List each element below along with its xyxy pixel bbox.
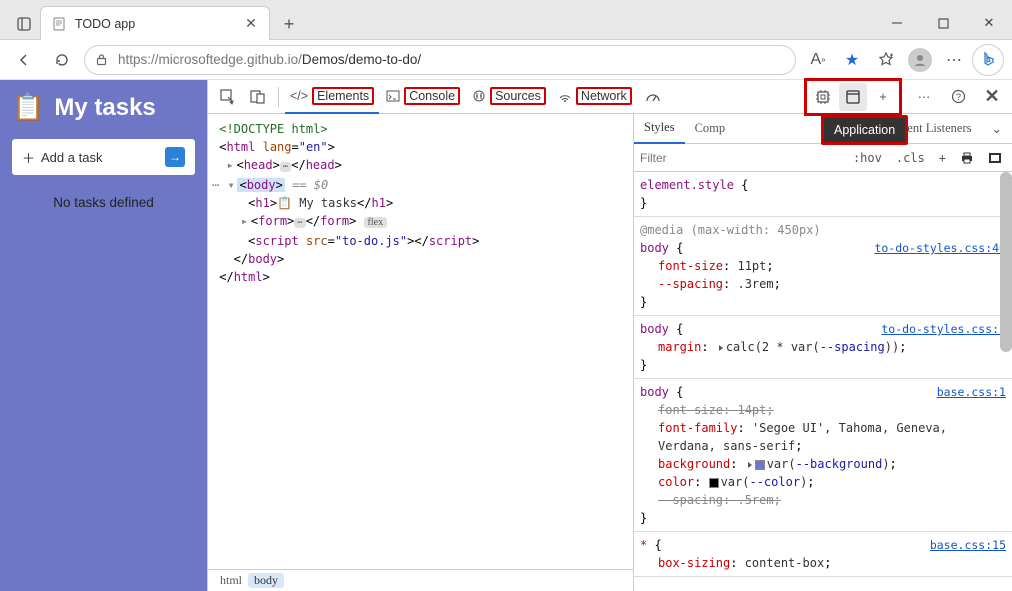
application-icon[interactable] (839, 83, 867, 111)
inspect-icon[interactable] (214, 83, 242, 111)
read-aloud-icon[interactable]: A» (802, 44, 834, 76)
device-icon[interactable] (244, 83, 272, 111)
subtab-styles[interactable]: Styles (634, 114, 685, 144)
dom-panel: <!DOCTYPE html> <html lang="en"> ▸<head>… (208, 114, 634, 591)
tab-network[interactable]: Network (553, 80, 637, 114)
performance-icon[interactable] (639, 83, 667, 111)
favicon-icon (51, 16, 67, 32)
collections-icon[interactable] (870, 44, 902, 76)
add-task-placeholder: Add a task (41, 150, 102, 165)
clipboard-icon: 📋 (12, 92, 44, 123)
address-input[interactable]: https://microsoftedge.github.io/Demos/de… (84, 45, 796, 75)
url-text: https://microsoftedge.github.io/Demos/de… (118, 52, 421, 67)
menu-icon[interactable]: ⋯ (938, 44, 970, 76)
devtools: </>Elements Console Sources Network + Ap… (207, 80, 1012, 591)
bing-icon[interactable] (972, 44, 1004, 76)
more-icon[interactable]: ⋯ (910, 83, 938, 111)
submit-arrow-icon[interactable]: → (165, 147, 185, 167)
minimize-button[interactable] (874, 7, 920, 39)
close-devtools-icon[interactable]: ✕ (978, 83, 1006, 111)
tab-elements[interactable]: </>Elements (285, 80, 379, 114)
add-task-input[interactable]: ＋ Add a task → (12, 139, 195, 175)
addressbar: https://microsoftedge.github.io/Demos/de… (0, 40, 1012, 80)
tab-console[interactable]: Console (381, 80, 465, 114)
breadcrumb[interactable]: html body (208, 569, 633, 591)
styles-rules[interactable]: element.style {} @media (max-width: 450p… (634, 172, 1012, 591)
hov-toggle[interactable]: :hov (849, 151, 886, 165)
close-window-button[interactable]: ✕ (966, 7, 1012, 39)
styles-panel: Styles Comp Event Listeners ⌄ :hov .cls … (634, 114, 1012, 591)
tooltip: Application (821, 115, 908, 145)
profile-icon[interactable] (904, 44, 936, 76)
tab-sources[interactable]: Sources (467, 80, 551, 114)
close-tab-icon[interactable]: ✕ (243, 16, 259, 32)
tab-title: TODO app (75, 17, 235, 31)
browser-tab[interactable]: TODO app ✕ (40, 6, 270, 40)
back-button[interactable] (8, 44, 40, 76)
favorite-icon[interactable]: ★ (836, 44, 868, 76)
more-tools-group: + Application (804, 78, 902, 116)
memory-icon[interactable] (809, 83, 837, 111)
maximize-button[interactable] (920, 7, 966, 39)
styles-filter-bar: :hov .cls + (634, 144, 1012, 172)
new-tab-button[interactable]: + (274, 9, 304, 39)
refresh-button[interactable] (46, 44, 78, 76)
toggle-panel-icon[interactable] (984, 151, 1006, 165)
titlebar: TODO app ✕ + ✕ (0, 0, 1012, 40)
lock-icon (95, 53, 108, 66)
subtab-computed[interactable]: Comp (685, 114, 736, 144)
print-icon[interactable] (956, 151, 978, 165)
plus-icon: ＋ (22, 148, 35, 167)
svg-text:?: ? (955, 92, 960, 102)
cls-toggle[interactable]: .cls (892, 151, 929, 165)
devtools-tabbar: </>Elements Console Sources Network + Ap… (208, 80, 1012, 114)
new-rule-icon[interactable]: + (935, 151, 950, 165)
empty-state: No tasks defined (12, 195, 195, 210)
tab-actions-icon[interactable] (8, 9, 40, 39)
chevron-down-icon[interactable]: ⌄ (982, 114, 1012, 144)
filter-input[interactable] (640, 151, 843, 165)
scrollbar[interactable] (1000, 172, 1012, 352)
page-content: 📋My tasks ＋ Add a task → No tasks define… (0, 80, 207, 591)
help-icon[interactable]: ? (944, 83, 972, 111)
dom-tree[interactable]: <!DOCTYPE html> <html lang="en"> ▸<head>… (208, 114, 633, 569)
page-title: 📋My tasks (12, 92, 195, 123)
add-tool-icon[interactable]: + (869, 83, 897, 111)
